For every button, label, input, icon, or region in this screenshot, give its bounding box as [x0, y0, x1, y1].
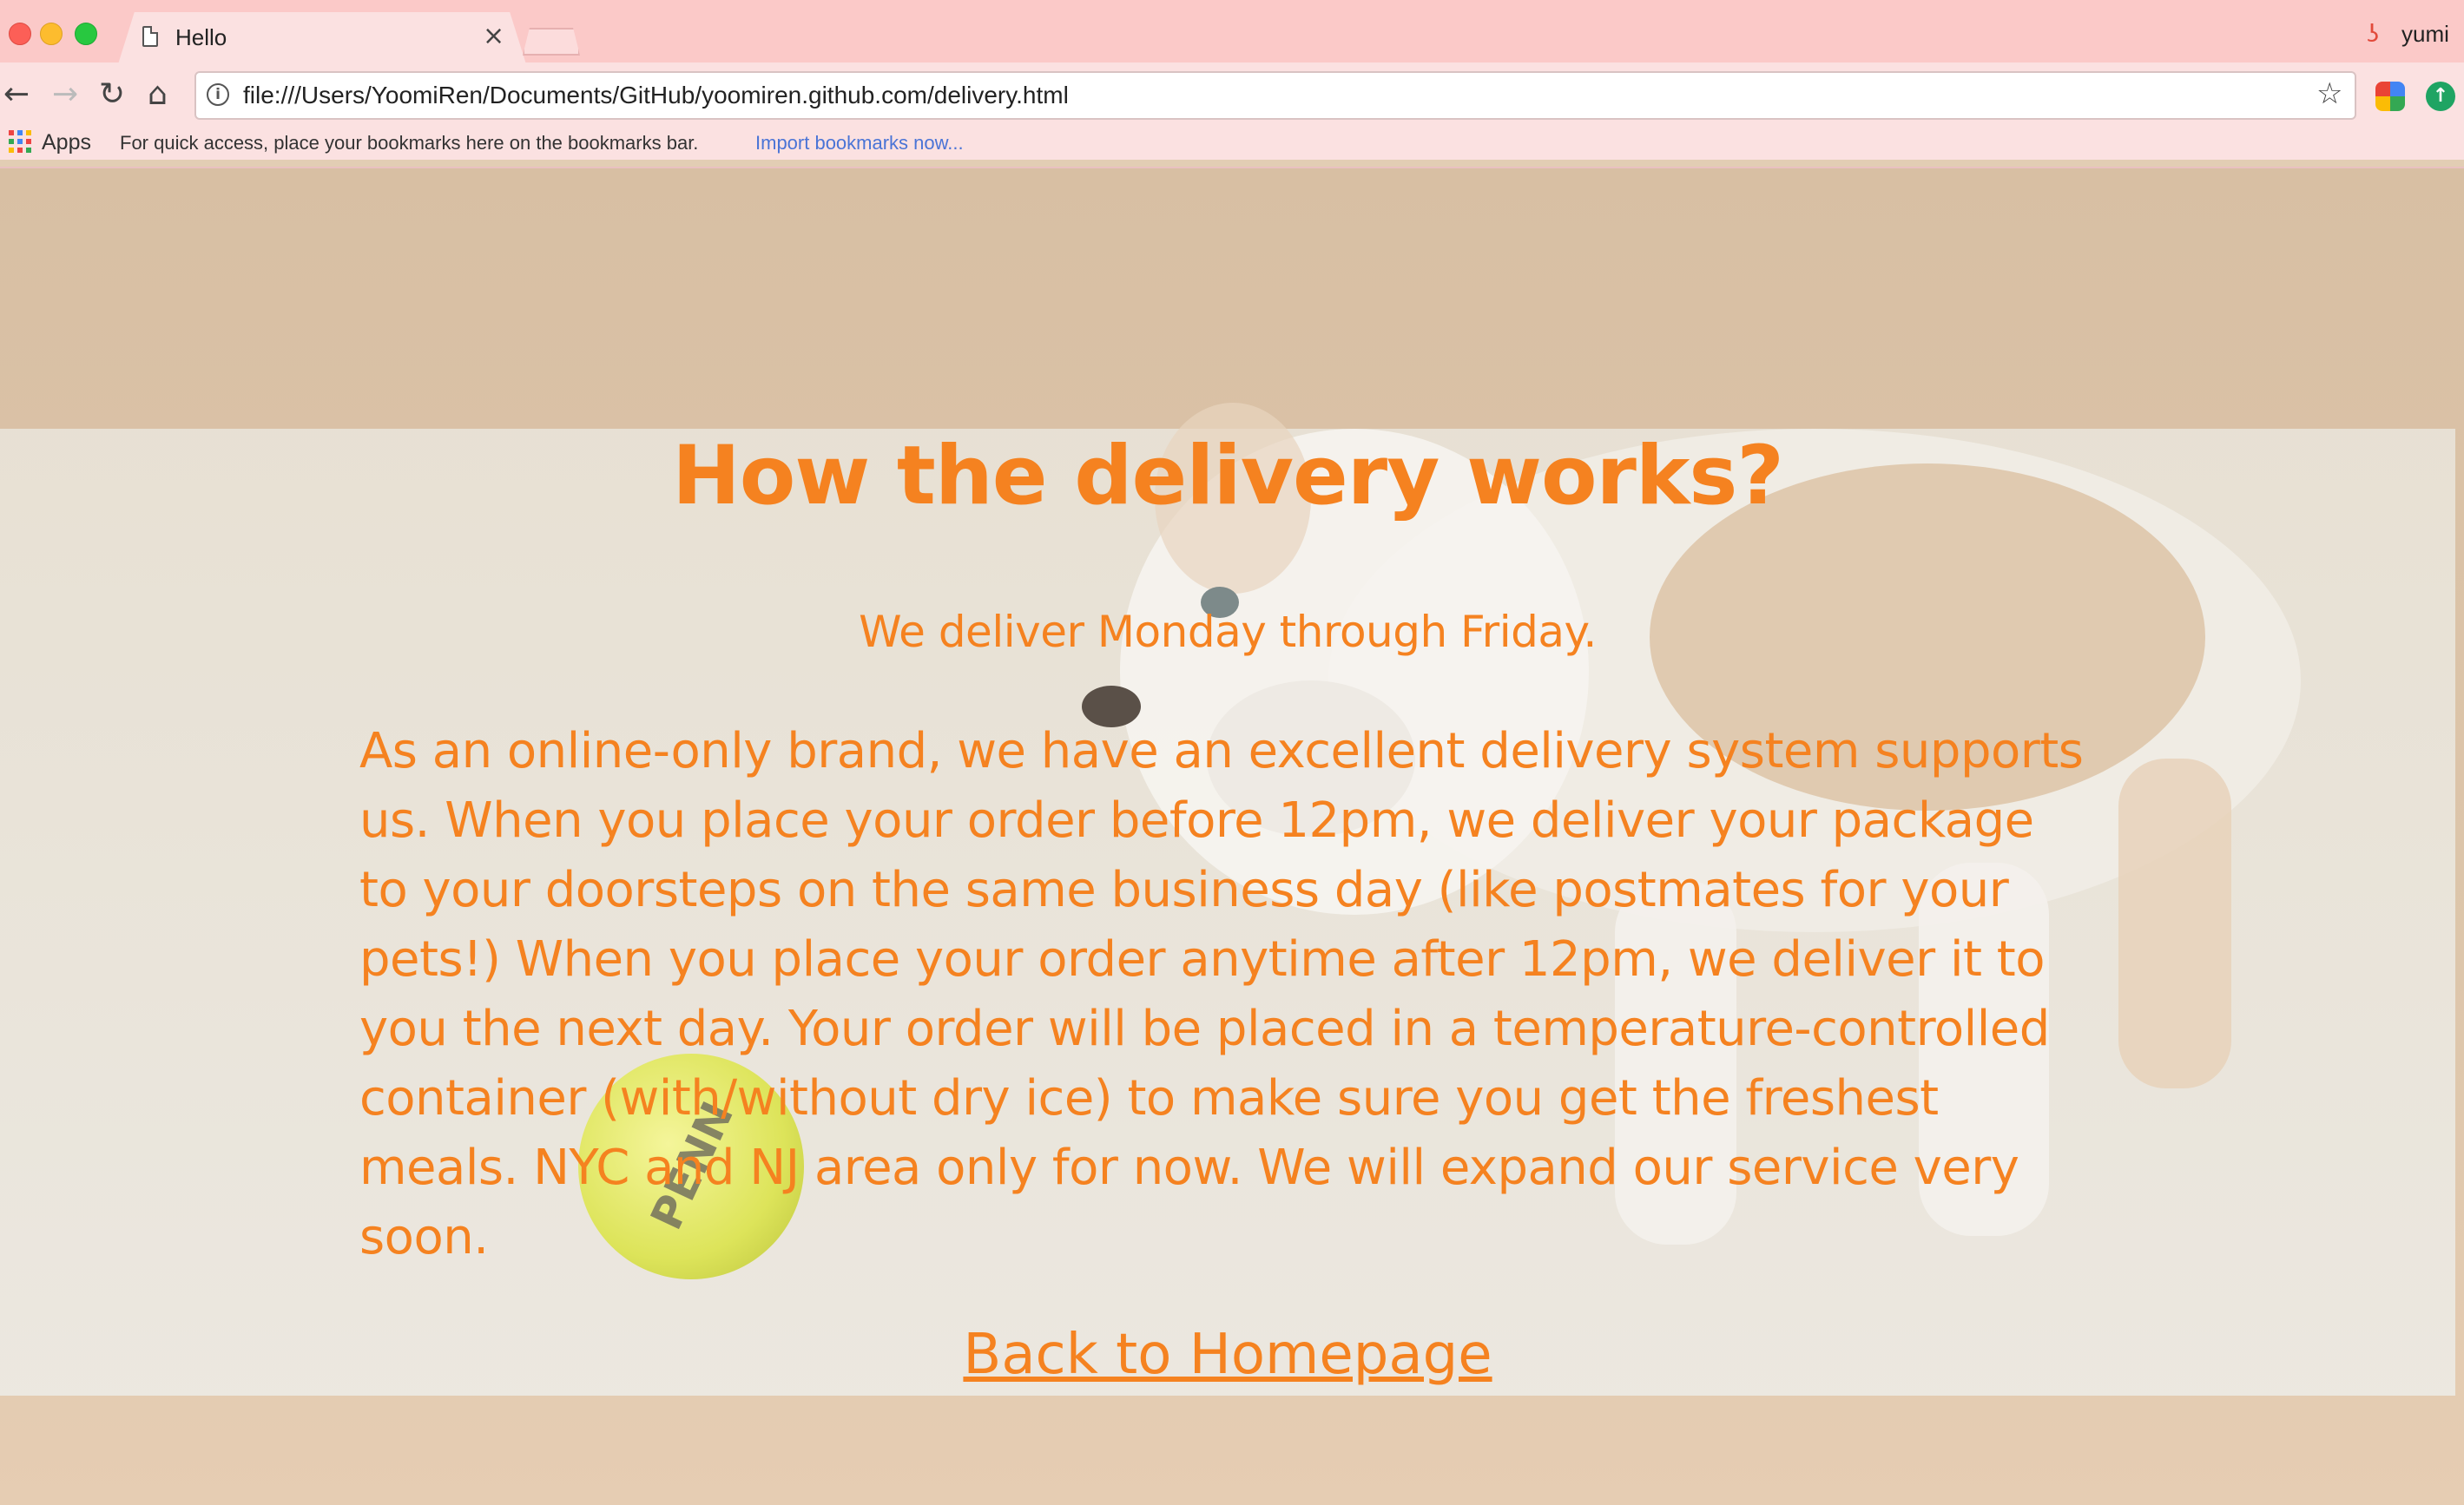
- apps-grid-icon[interactable]: [9, 130, 31, 153]
- minimize-window-button[interactable]: [40, 23, 63, 45]
- delivery-days: We deliver Monday through Friday.: [859, 607, 1597, 657]
- maximize-window-button[interactable]: [75, 23, 97, 45]
- profile-name[interactable]: yumi: [2401, 21, 2449, 48]
- home-icon[interactable]: ⌂: [148, 76, 168, 112]
- address-url[interactable]: file:///Users/YoomiRen/Documents/GitHub/…: [243, 82, 1069, 109]
- tab-title: Hello: [175, 24, 227, 50]
- new-tab-button[interactable]: [523, 28, 580, 56]
- site-info-icon[interactable]: i: [207, 83, 229, 106]
- forward-icon[interactable]: →: [52, 76, 78, 112]
- import-bookmarks-link[interactable]: Import bookmarks now...: [755, 132, 964, 154]
- back-to-homepage-link[interactable]: Back to Homepage: [0, 1323, 2455, 1387]
- update-icon[interactable]: ↑: [2426, 82, 2455, 111]
- reload-icon[interactable]: ↻: [99, 76, 125, 112]
- page-viewport: PENN How the delivery works? We deliver …: [0, 168, 2464, 1505]
- extension-icon[interactable]: [2375, 82, 2405, 111]
- delivery-description: As an online-only brand, we have an exce…: [359, 723, 2084, 1265]
- profile-icon[interactable]: ʖ: [2367, 19, 2379, 48]
- bookmark-star-icon[interactable]: ☆: [2316, 76, 2342, 111]
- delivery-content: How the delivery works? We deliver Monda…: [0, 168, 2464, 1505]
- apps-shortcut[interactable]: Apps: [42, 130, 91, 155]
- page-title: How the delivery works?: [672, 429, 1784, 523]
- tab-close-icon[interactable]: ×: [483, 21, 504, 51]
- bookmarks-hint: For quick access, place your bookmarks h…: [120, 132, 699, 154]
- page-icon: [142, 26, 158, 47]
- back-icon[interactable]: ←: [3, 76, 30, 112]
- close-window-button[interactable]: [9, 23, 31, 45]
